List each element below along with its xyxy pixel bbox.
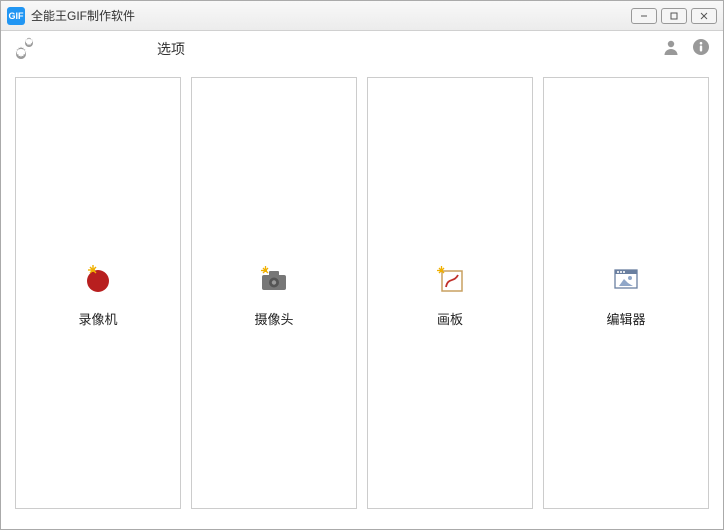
close-button[interactable]: [691, 8, 717, 24]
recorder-label: 录像机: [78, 309, 117, 328]
canvas-icon: [430, 259, 470, 299]
window-title: 全能王GIF制作软件: [31, 7, 631, 24]
recorder-icon: [78, 259, 118, 299]
app-window: GIF 全能王GIF制作软件 选项: [0, 0, 724, 530]
maximize-button[interactable]: [661, 8, 687, 24]
user-icon: [661, 37, 681, 57]
maximize-icon: [669, 11, 679, 21]
editor-label: 编辑器: [606, 309, 645, 328]
app-icon: GIF: [7, 7, 25, 25]
recorder-card[interactable]: 录像机: [15, 77, 181, 509]
content-area: 录像机 摄像头: [1, 67, 723, 529]
minimize-button[interactable]: [631, 8, 657, 24]
titlebar: GIF 全能王GIF制作软件: [1, 1, 723, 31]
close-icon: [699, 11, 709, 21]
options-label: 选项: [157, 39, 185, 59]
camera-card[interactable]: 摄像头: [191, 77, 357, 509]
user-button[interactable]: [661, 37, 681, 62]
camera-icon: [254, 259, 294, 299]
camera-label: 摄像头: [254, 309, 293, 328]
editor-card[interactable]: 编辑器: [543, 77, 709, 509]
info-button[interactable]: [691, 37, 711, 62]
minimize-icon: [639, 11, 649, 21]
editor-icon: [606, 259, 646, 299]
toolbar: 选项: [1, 31, 723, 67]
canvas-card[interactable]: 画板: [367, 77, 533, 509]
gear-icon: [13, 35, 37, 59]
canvas-label: 画板: [437, 309, 463, 328]
window-controls: [631, 8, 717, 24]
settings-button[interactable]: [13, 35, 37, 64]
info-icon: [691, 37, 711, 57]
